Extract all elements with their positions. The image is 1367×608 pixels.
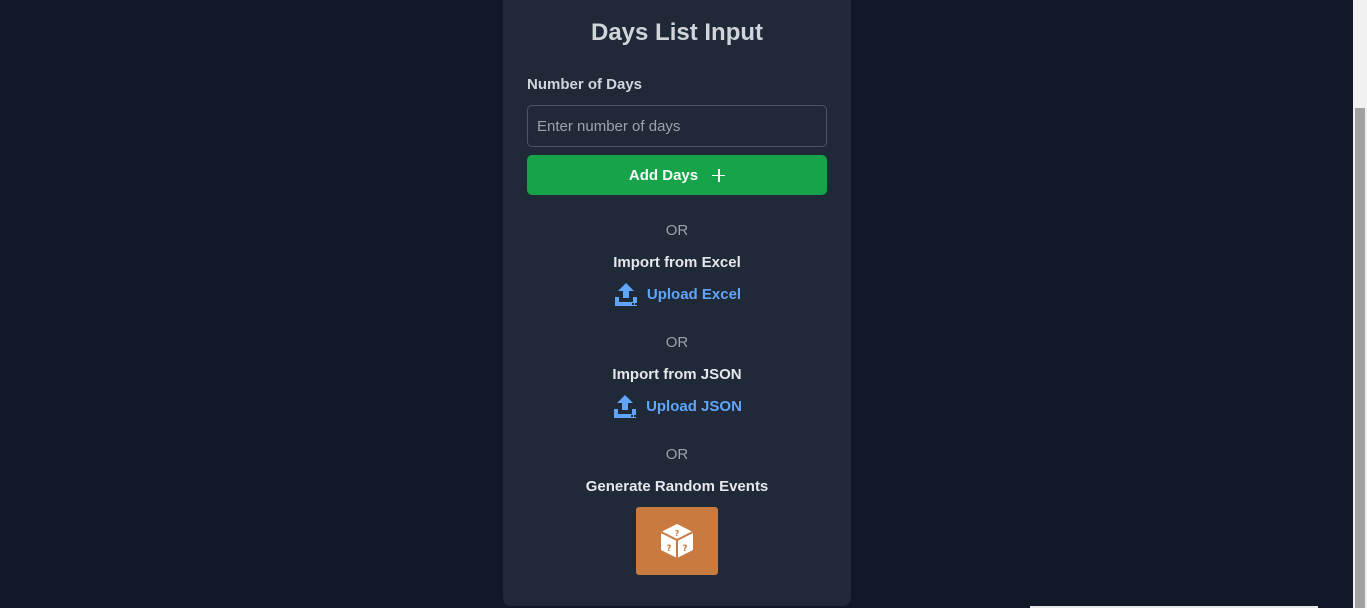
page: Days List Input Number of Days Add Days … <box>0 0 1367 608</box>
dice-icon: ? ? ? <box>660 524 694 558</box>
number-of-days-input[interactable] <box>527 105 827 147</box>
plus-icon <box>712 168 726 182</box>
generate-random-heading: Generate Random Events <box>585 478 769 495</box>
panel-title: Days List Input <box>590 19 764 46</box>
import-json-heading: Import from JSON <box>612 366 742 383</box>
scrollbar-thumb[interactable] <box>1355 108 1365 608</box>
add-days-button[interactable]: Add Days <box>527 155 827 195</box>
or-separator: OR <box>665 222 689 239</box>
svg-text:?: ? <box>666 544 671 554</box>
upload-icon <box>614 395 637 418</box>
import-excel-heading: Import from Excel <box>613 254 741 271</box>
generate-random-events-button[interactable]: ? ? ? <box>636 507 718 575</box>
or-separator: OR <box>665 446 689 463</box>
svg-text:?: ? <box>682 544 687 554</box>
days-list-panel: Days List Input Number of Days Add Days … <box>503 0 851 606</box>
upload-json-button[interactable]: Upload JSON <box>503 393 851 419</box>
or-separator: OR <box>665 334 689 351</box>
upload-excel-button[interactable]: Upload Excel <box>503 281 851 307</box>
upload-json-label: Upload JSON <box>646 397 742 415</box>
add-days-label: Add Days <box>628 166 699 184</box>
svg-text:?: ? <box>675 529 680 538</box>
upload-excel-label: Upload Excel <box>646 285 742 303</box>
page-scrollbar[interactable] <box>1353 0 1367 608</box>
number-of-days-label: Number of Days <box>527 76 643 93</box>
upload-icon <box>614 283 637 306</box>
